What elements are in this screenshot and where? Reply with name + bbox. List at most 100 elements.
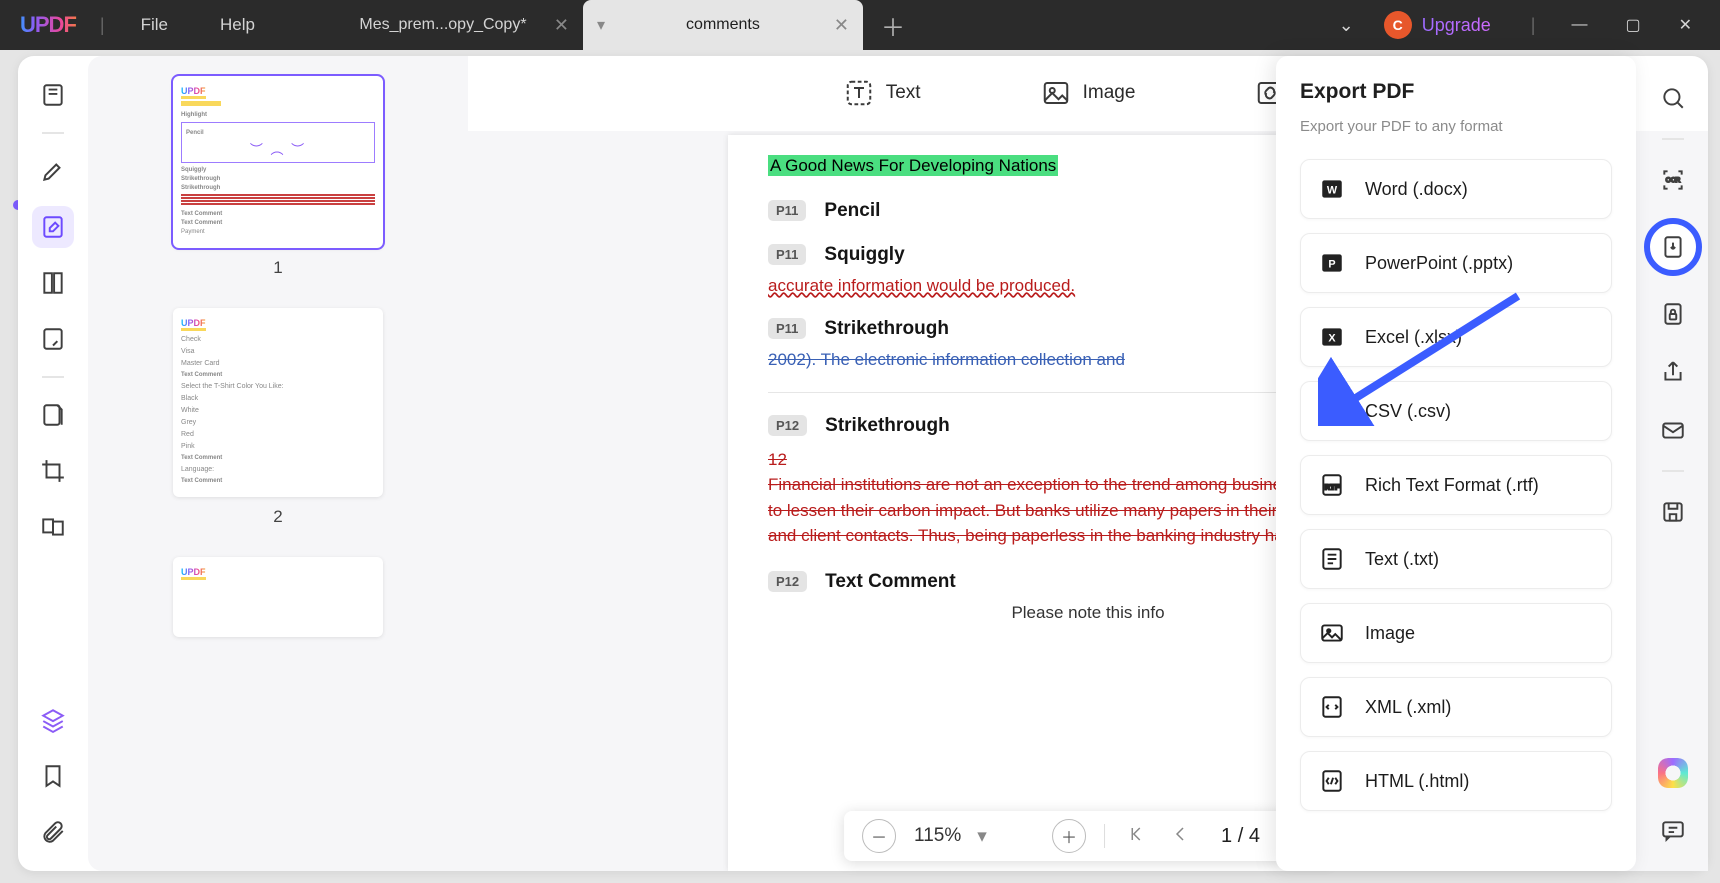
- export-button[interactable]: [1644, 218, 1702, 276]
- separator: [42, 132, 64, 134]
- attachment-button[interactable]: [32, 811, 74, 853]
- rtf-icon: RTF: [1319, 472, 1345, 498]
- tab-document-1[interactable]: Mes_prem...opy_Copy* ✕: [303, 0, 583, 50]
- text-icon: [844, 78, 874, 108]
- first-page-button[interactable]: [1123, 825, 1149, 848]
- reader-mode-button[interactable]: [32, 74, 74, 116]
- zoom-out-button[interactable]: －: [862, 819, 896, 853]
- close-icon[interactable]: ✕: [834, 15, 849, 36]
- menu-file[interactable]: File: [117, 15, 192, 35]
- page-chip: P11: [768, 200, 806, 221]
- logo-mini: UPDF: [181, 567, 206, 580]
- html-icon: [1319, 768, 1345, 794]
- menu-help[interactable]: Help: [196, 15, 279, 35]
- page-chip: P12: [768, 415, 807, 436]
- avatar: C: [1384, 11, 1412, 39]
- page-chip: P11: [768, 244, 806, 265]
- comment-title: Pencil: [824, 200, 880, 222]
- thumbnail-2[interactable]: UPDF Check Visa Master Card Text Comment…: [173, 308, 383, 497]
- export-title: Export PDF: [1300, 80, 1612, 104]
- tab-document-2[interactable]: ▾ comments ✕: [583, 0, 863, 50]
- page-tools-button[interactable]: [32, 262, 74, 304]
- export-excel[interactable]: XExcel (.xlsx): [1300, 307, 1612, 367]
- svg-text:W: W: [1327, 184, 1338, 196]
- share-button[interactable]: [1653, 352, 1693, 392]
- svg-text:P: P: [1328, 258, 1335, 270]
- image-icon: [1319, 620, 1345, 646]
- zoom-in-button[interactable]: ＋: [1052, 819, 1086, 853]
- comment-title: Squiggly: [824, 244, 904, 266]
- word-icon: W: [1319, 176, 1345, 202]
- compare-button[interactable]: [32, 506, 74, 548]
- upgrade-button[interactable]: C Upgrade: [1380, 7, 1505, 43]
- ocr-button[interactable]: OCR: [1653, 160, 1693, 200]
- separator: [42, 376, 64, 378]
- zoom-value[interactable]: 115%: [914, 825, 961, 847]
- layers-button[interactable]: [32, 699, 74, 741]
- tool-label: Image: [1083, 82, 1136, 104]
- comment-title: Strikethrough: [825, 415, 950, 437]
- excel-icon: X: [1319, 324, 1345, 350]
- chevron-down-icon[interactable]: ▾: [597, 15, 605, 35]
- svg-text:RTF: RTF: [1325, 482, 1340, 491]
- export-powerpoint[interactable]: PPowerPoint (.pptx): [1300, 233, 1612, 293]
- maximize-button[interactable]: ▢: [1615, 15, 1650, 35]
- export-subtitle: Export your PDF to any format: [1300, 118, 1612, 135]
- ai-icon: [1658, 758, 1688, 788]
- export-rtf[interactable]: RTFRich Text Format (.rtf): [1300, 455, 1612, 515]
- svg-text:OCR: OCR: [1666, 177, 1681, 184]
- image-icon: [1041, 78, 1071, 108]
- crop-button[interactable]: [32, 450, 74, 492]
- page-indicator[interactable]: 1 / 4: [1211, 825, 1270, 848]
- right-rail: OCR: [1638, 56, 1708, 871]
- export-image[interactable]: Image: [1300, 603, 1612, 663]
- chevron-down-icon[interactable]: ▾: [977, 825, 987, 848]
- bookmark-button[interactable]: [32, 755, 74, 797]
- csv-icon: [1319, 398, 1345, 424]
- signature-button[interactable]: [32, 394, 74, 436]
- comment-title: Text Comment: [825, 571, 956, 593]
- tab-strip: Mes_prem...opy_Copy* ✕ ▾ comments ✕ ＋: [303, 0, 1327, 50]
- highlighter-button[interactable]: [32, 150, 74, 192]
- export-csv[interactable]: CSV (.csv): [1300, 381, 1612, 441]
- export-html[interactable]: HTML (.html): [1300, 751, 1612, 811]
- comment-title: Strikethrough: [824, 318, 949, 340]
- close-icon[interactable]: ✕: [554, 15, 569, 36]
- thumbnail-1[interactable]: UPDF Highlight Pencil ︶ ︵ ︶ Squiggly Str…: [173, 76, 383, 248]
- comments-pane-button[interactable]: [1653, 811, 1693, 851]
- tab-label: Mes_prem...opy_Copy*: [359, 16, 526, 34]
- search-button[interactable]: [1653, 78, 1693, 118]
- text-tool[interactable]: Text: [844, 78, 921, 108]
- separator: [1662, 470, 1684, 472]
- ai-button[interactable]: [1653, 753, 1693, 793]
- svg-text:X: X: [1328, 332, 1336, 344]
- image-tool[interactable]: Image: [1041, 78, 1136, 108]
- export-xml[interactable]: XML (.xml): [1300, 677, 1612, 737]
- email-button[interactable]: [1653, 410, 1693, 450]
- page-chip: P11: [768, 318, 806, 339]
- prev-page-button[interactable]: [1167, 825, 1193, 848]
- powerpoint-icon: P: [1319, 250, 1345, 276]
- thumbnail-number: 1: [108, 258, 448, 278]
- export-text[interactable]: Text (.txt): [1300, 529, 1612, 589]
- export-word[interactable]: WWord (.docx): [1300, 159, 1612, 219]
- chevron-down-icon[interactable]: ⌄: [1331, 15, 1362, 36]
- highlight-text[interactable]: A Good News For Developing Nations: [768, 155, 1058, 176]
- thumbnail-panel: UPDF Highlight Pencil ︶ ︵ ︶ Squiggly Str…: [88, 56, 468, 871]
- new-tab-button[interactable]: ＋: [863, 8, 923, 43]
- logo-mini: UPDF: [181, 86, 206, 99]
- protect-button[interactable]: [1653, 294, 1693, 334]
- tab-label: comments: [686, 16, 760, 34]
- titlebar-right: ⌄ C Upgrade | — ▢ ✕: [1331, 7, 1712, 43]
- thumbnail-3[interactable]: UPDF: [173, 557, 383, 637]
- close-button[interactable]: ✕: [1669, 15, 1702, 35]
- titlebar: UPDF | File Help Mes_prem...opy_Copy* ✕ …: [0, 0, 1720, 50]
- form-tools-button[interactable]: [32, 318, 74, 360]
- export-panel: Export PDF Export your PDF to any format…: [1276, 56, 1636, 871]
- tool-label: Text: [886, 82, 921, 104]
- separator: [1104, 824, 1105, 848]
- edit-mode-button[interactable]: [32, 206, 74, 248]
- minimize-button[interactable]: —: [1561, 16, 1597, 34]
- logo-mini: UPDF: [181, 318, 206, 331]
- save-button[interactable]: [1653, 492, 1693, 532]
